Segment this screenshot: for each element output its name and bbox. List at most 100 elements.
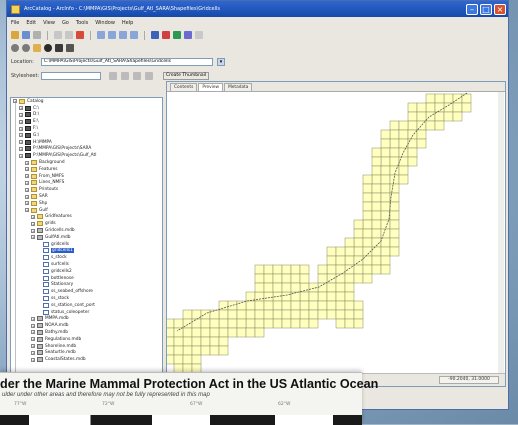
minimize-button[interactable]: –	[466, 3, 478, 15]
location-dropdown-icon[interactable]: ▾	[217, 58, 225, 66]
expand-toggle-icon[interactable]: +	[25, 187, 29, 192]
expand-toggle-icon[interactable]: +	[31, 330, 35, 335]
create-thumbnail-button[interactable]: Create Thumbnail	[163, 72, 210, 80]
expand-toggle-icon[interactable]: +	[31, 221, 35, 226]
large-icons-icon[interactable]	[97, 31, 105, 39]
expand-toggle-icon[interactable]: +	[19, 140, 23, 145]
tree-item[interactable]: + GulfAtl.mdb	[11, 234, 162, 241]
tab-preview[interactable]: Preview	[198, 83, 224, 91]
location-input[interactable]: C:\MMPA\GIS\Projects\Gulf_Atl_SARA\Shape…	[41, 58, 213, 66]
create-thumbnail-icon[interactable]	[66, 44, 74, 52]
tree-item[interactable]: + C:\	[11, 105, 162, 112]
tree-item[interactable]: surfcells	[11, 261, 162, 268]
pan-icon[interactable]	[33, 44, 41, 52]
tree-item[interactable]: + G:\	[11, 132, 162, 139]
expand-toggle-icon[interactable]: +	[19, 112, 23, 117]
tree-item[interactable]: + Background	[11, 159, 162, 166]
expand-toggle-icon[interactable]: +	[25, 201, 29, 206]
zoom-in-icon[interactable]	[11, 44, 19, 52]
expand-toggle-icon[interactable]: +	[25, 167, 29, 172]
tree-item[interactable]: + D:\	[11, 112, 162, 119]
tree-item[interactable]: status_coleopeter	[11, 309, 162, 316]
expand-toggle-icon[interactable]: +	[31, 214, 35, 219]
thumbnails-icon[interactable]	[130, 31, 138, 39]
connect-folder-icon[interactable]	[22, 31, 30, 39]
tree-item[interactable]: + F:\	[11, 125, 162, 132]
menu-tools[interactable]: Tools	[76, 20, 88, 26]
expand-toggle-icon[interactable]: +	[25, 174, 29, 179]
tree-item[interactable]: + Regulations.mdb	[11, 336, 162, 343]
expand-toggle-icon[interactable]: +	[31, 350, 35, 355]
tree-item[interactable]: Stationary	[11, 282, 162, 289]
menu-file[interactable]: File	[11, 20, 19, 26]
tree-item[interactable]: + P:\MMPA\GIS\Projects\Gulf_Atl	[11, 152, 162, 159]
identify-icon[interactable]	[55, 44, 63, 52]
maximize-button[interactable]: □	[480, 3, 492, 15]
tree-item[interactable]: + Gridfeatures	[11, 214, 162, 221]
expand-toggle-icon[interactable]: +	[31, 344, 35, 349]
expand-toggle-icon[interactable]: +	[13, 99, 17, 104]
menu-help[interactable]: Help	[122, 20, 133, 26]
expand-toggle-icon[interactable]: +	[25, 160, 29, 165]
expand-toggle-icon[interactable]: +	[31, 235, 35, 240]
disconnect-folder-icon[interactable]	[33, 31, 41, 39]
up-one-level-icon[interactable]	[11, 31, 19, 39]
tree-item[interactable]: + CoastalStates.mdb	[11, 356, 162, 363]
expand-toggle-icon[interactable]: +	[31, 316, 35, 321]
tree-item[interactable]: + Catalog	[11, 98, 162, 105]
menu-view[interactable]: View	[43, 20, 55, 26]
tree-item[interactable]: + SAR	[11, 193, 162, 200]
tree-item[interactable]: ss_station_cont_port	[11, 302, 162, 309]
tree-item[interactable]: + Gulf	[11, 207, 162, 214]
expand-toggle-icon[interactable]: +	[31, 357, 35, 362]
model-builder-icon[interactable]	[184, 31, 192, 39]
full-extent-icon[interactable]	[44, 44, 52, 52]
tree-item[interactable]: s_stock	[11, 254, 162, 261]
tree-item[interactable]: bottlenose	[11, 275, 162, 282]
export-metadata-icon[interactable]	[145, 72, 153, 80]
expand-toggle-icon[interactable]: +	[25, 208, 29, 213]
tree-item[interactable]: + Printouts	[11, 186, 162, 193]
tree-item[interactable]: ss_seabed_offshore	[11, 288, 162, 295]
tree-item[interactable]: + Features	[11, 166, 162, 173]
tree-item[interactable]: + Shoreline.mdb	[11, 343, 162, 350]
tree-item[interactable]: + NOAA.mdb	[11, 322, 162, 329]
menu-edit[interactable]: Edit	[26, 20, 36, 26]
tree-item[interactable]: gridcells2	[11, 268, 162, 275]
stylesheet-select[interactable]	[41, 72, 101, 80]
tree-item[interactable]: + MMPA.mdb	[11, 316, 162, 323]
expand-toggle-icon[interactable]: +	[31, 228, 35, 233]
tree-item[interactable]: + Lines_NMFS	[11, 180, 162, 187]
tree-item[interactable]: + Bathy.mdb	[11, 329, 162, 336]
zoom-out-icon[interactable]	[22, 44, 30, 52]
tree-item[interactable]: + From_NMFS	[11, 173, 162, 180]
tree-item[interactable]: + Shp	[11, 200, 162, 207]
expand-toggle-icon[interactable]: +	[19, 106, 23, 111]
details-icon[interactable]	[119, 31, 127, 39]
tree-item[interactable]: + Gridcells.mdb	[11, 227, 162, 234]
geography-preview-map[interactable]	[167, 91, 505, 373]
edit-metadata-icon[interactable]	[109, 72, 117, 80]
close-button[interactable]: ×	[494, 3, 506, 15]
tree-item[interactable]: ss_stock	[11, 295, 162, 302]
menu-go[interactable]: Go	[62, 20, 69, 26]
arctoolbox-icon[interactable]	[162, 31, 170, 39]
menu-window[interactable]: Window	[95, 20, 115, 26]
whats-this-icon[interactable]	[195, 31, 203, 39]
command-line-icon[interactable]	[173, 31, 181, 39]
import-metadata-icon[interactable]	[133, 72, 141, 80]
expand-toggle-icon[interactable]: +	[25, 194, 29, 199]
properties-icon[interactable]	[121, 72, 129, 80]
tab-metadata[interactable]: Metadata	[224, 83, 253, 91]
vertical-scrollbar[interactable]	[498, 92, 504, 385]
expand-toggle-icon[interactable]: +	[19, 153, 23, 158]
expand-toggle-icon[interactable]: +	[25, 180, 29, 185]
tree-item[interactable]: + H:\MMPA	[11, 139, 162, 146]
tree-item[interactable]: gridcells1	[11, 248, 162, 255]
expand-toggle-icon[interactable]: +	[19, 126, 23, 131]
expand-toggle-icon[interactable]: +	[19, 119, 23, 124]
list-icon[interactable]	[108, 31, 116, 39]
tree-item[interactable]: + E:\	[11, 118, 162, 125]
copy-icon[interactable]	[54, 31, 62, 39]
expand-toggle-icon[interactable]: +	[31, 323, 35, 328]
